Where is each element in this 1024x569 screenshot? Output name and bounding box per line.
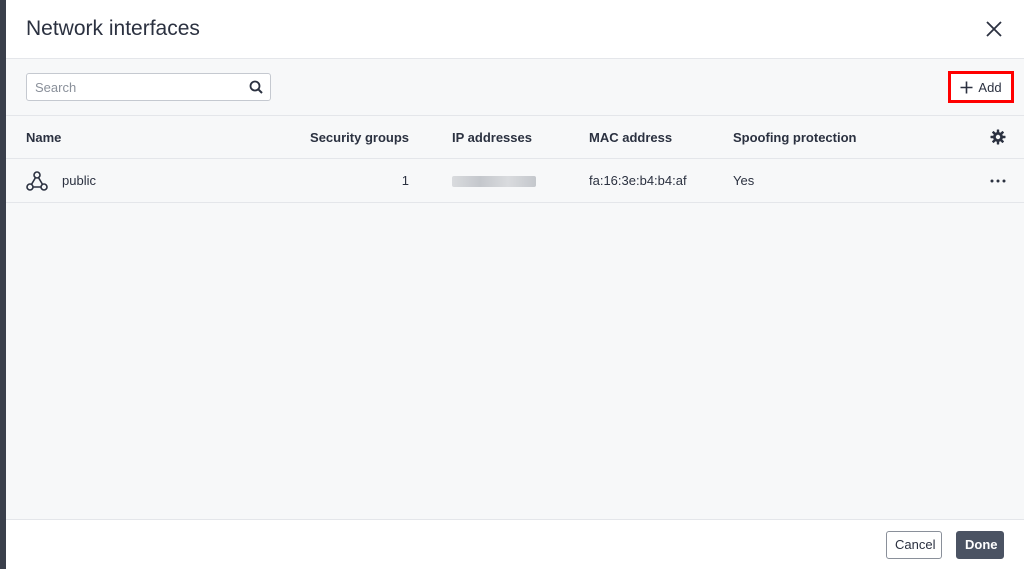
column-header-mac-address[interactable]: MAC address [589, 130, 733, 145]
cell-ip-addresses [409, 173, 589, 188]
dialog-header: Network interfaces [6, 0, 1024, 59]
close-icon [986, 21, 1002, 37]
gear-icon [990, 129, 1006, 145]
cell-mac-address: fa:16:3e:b4:b4:af [589, 173, 687, 188]
table-header: Name Security groups IP addresses MAC ad… [6, 116, 1024, 159]
network-interfaces-dialog: Network interfaces Add [6, 0, 1024, 569]
column-header-security-groups[interactable]: Security groups [256, 130, 409, 145]
done-button[interactable]: Done [956, 530, 1004, 559]
interface-name: public [62, 173, 96, 188]
more-icon [990, 179, 1006, 182]
ip-address-redacted [452, 176, 536, 188]
search-box[interactable] [26, 73, 271, 101]
column-header-name[interactable]: Name [26, 130, 256, 145]
column-header-spoofing-protection[interactable]: Spoofing protection [733, 130, 984, 145]
cancel-button[interactable]: Cancel [886, 530, 942, 559]
row-actions-button[interactable] [984, 179, 1012, 183]
column-settings-button[interactable] [984, 129, 1012, 145]
cell-security-groups: 1 [401, 173, 409, 188]
add-button[interactable]: Add [948, 71, 1014, 103]
cell-spoofing-protection: Yes [733, 173, 755, 188]
network-icon [26, 170, 48, 191]
add-button-label: Add [978, 79, 1002, 95]
plus-icon [960, 81, 973, 93]
cell-name: public [26, 170, 256, 191]
dialog-body: Add Name Security groups IP addresses MA… [6, 59, 1024, 519]
dialog-title: Network interfaces [26, 17, 200, 40]
column-header-ip-addresses[interactable]: IP addresses [409, 130, 589, 145]
toolbar: Add [6, 59, 1024, 116]
close-button[interactable] [982, 17, 1006, 41]
table-row[interactable]: public 1 fa:16:3e:b4:b4:af Yes [6, 159, 1024, 203]
search-input[interactable] [35, 79, 248, 95]
dialog-footer: Cancel Done [6, 519, 1024, 569]
search-icon[interactable] [248, 79, 264, 95]
